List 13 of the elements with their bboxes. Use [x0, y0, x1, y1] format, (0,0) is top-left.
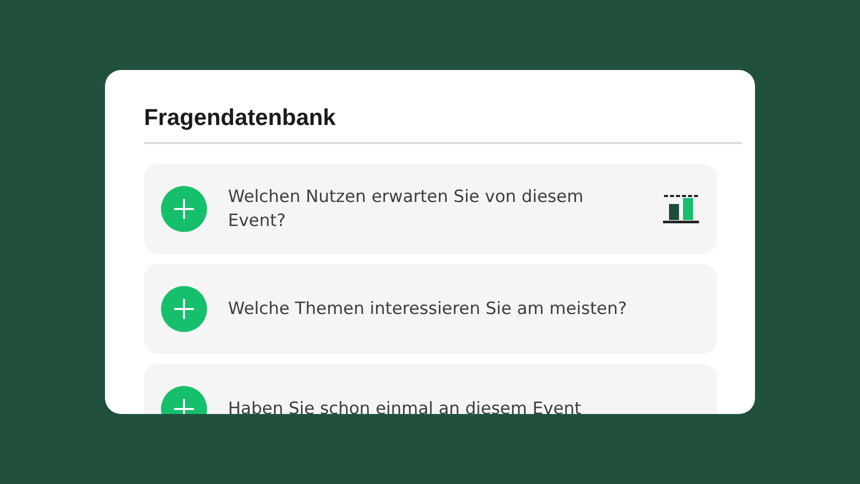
question-text: Welche Themen interessieren Sie am meisten?	[228, 298, 628, 321]
bar-chart-icon	[662, 194, 700, 224]
question-text: Haben Sie schon einmal an diesem Event	[228, 398, 582, 414]
plus-icon	[173, 198, 195, 220]
plus-icon	[173, 298, 195, 320]
add-button[interactable]	[161, 286, 207, 332]
question-item[interactable]: Welchen Nutzen erwarten Sie von diesem Event?	[144, 164, 717, 254]
question-item[interactable]: Welche Themen interessieren Sie am meisten?	[144, 264, 717, 354]
panel-title: Fragendatenbank	[144, 103, 337, 132]
plus-icon	[173, 398, 195, 414]
question-text: Welchen Nutzen erwarten Sie von diesem Event?	[228, 186, 584, 233]
add-button[interactable]	[161, 186, 207, 232]
question-item[interactable]: Haben Sie schon einmal an diesem Event	[144, 364, 717, 414]
